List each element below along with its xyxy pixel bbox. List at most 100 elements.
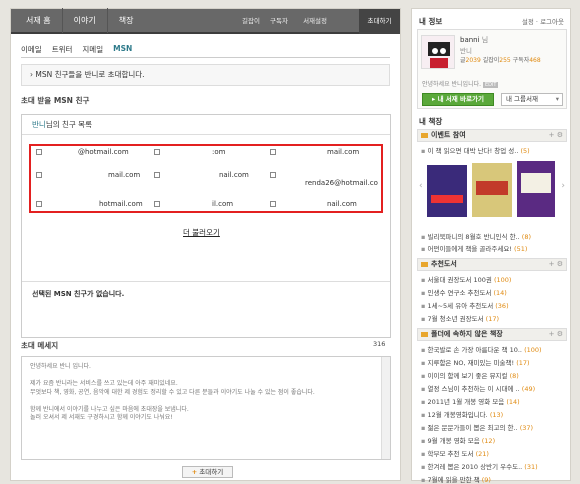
avatar-image xyxy=(422,36,454,68)
main-panel: 서재 홈 이야기 책장 길잡이 구독자 서재설정 초대하기 이메일 트위터 지메… xyxy=(10,8,401,481)
friends-title-rest: 님의 친구 목록 xyxy=(45,120,92,129)
sub-label: 구독자 xyxy=(512,57,530,64)
message-line: 제가 요즘 반니라는 서비스를 쓰고 있는데 아주 재미있네요. xyxy=(30,380,178,387)
shelf-item[interactable]: 젊은 문문가들이 뽑은 최고의 한.. (37) xyxy=(421,422,533,432)
sidebar: 내 정보 설정 · 로그아웃 banni 님 반니 글2039 길잡이255 구… xyxy=(411,8,571,484)
friend-checkbox[interactable] xyxy=(270,172,276,178)
folder-title: 이벤트 참여 xyxy=(431,131,466,139)
book-cover[interactable] xyxy=(427,165,467,217)
friend-checkbox[interactable] xyxy=(36,201,42,207)
friend-email: mail.com xyxy=(327,148,360,156)
go-library-label: 내 서재 바로가기 xyxy=(437,95,484,103)
shelf-item[interactable]: 인생수 연구소 추천도서 (14) xyxy=(421,287,506,297)
profile-name: banni 님 xyxy=(460,35,488,45)
folder-controls-icon[interactable]: + ⚙ xyxy=(549,259,563,270)
message-line xyxy=(30,397,382,406)
friend-checkbox[interactable] xyxy=(270,149,276,155)
guide-label: 길잡이 xyxy=(482,57,500,64)
carousel-prev-icon[interactable]: ‹ xyxy=(419,181,423,191)
group-library-select[interactable]: 내 그룹서재 ▾ xyxy=(501,93,563,106)
tab-email[interactable]: 이메일 xyxy=(21,44,42,55)
profile-sub: 반니 xyxy=(460,47,472,55)
nav-settings[interactable]: 서재설정 xyxy=(303,9,327,34)
carousel-next-icon[interactable]: › xyxy=(561,181,565,191)
shelf-item[interactable]: 12월 개봉영화입니다. (13) xyxy=(421,409,503,419)
message-scrollbar[interactable] xyxy=(381,357,390,459)
nav-library-home[interactable]: 서재 홈 xyxy=(11,8,63,33)
nav-guide[interactable]: 길잡이 xyxy=(242,9,260,34)
shelf-item[interactable]: 어떤이들에게 책을 골라주세요! (51) xyxy=(421,243,527,253)
invite-tabs: 이메일 트위터 지메일 MSN xyxy=(21,44,142,55)
friend-email: @hotmail.com xyxy=(78,148,129,156)
load-more-link[interactable]: 더 불러오기 xyxy=(183,227,220,238)
friend-email: nail.com xyxy=(219,171,249,179)
nav-stories[interactable]: 이야기 xyxy=(63,8,108,33)
message-line xyxy=(30,372,382,381)
folder-unfiled[interactable]: 폴더에 속하지 않은 책장 + ⚙ xyxy=(417,328,567,341)
folder-icon xyxy=(421,133,428,138)
go-library-button[interactable]: ▸ 내 서재 바로가기 xyxy=(422,93,494,106)
folder-controls-icon[interactable]: + ⚙ xyxy=(549,329,563,340)
folder-title: 폴더에 속하지 않은 책장 xyxy=(431,330,503,338)
friend-email: renda26@hotmail.co xyxy=(305,179,378,187)
section-title: 초대 받을 MSN 친구 xyxy=(21,96,90,105)
message-textarea[interactable]: 안녕하세요 반니 입니다. 제가 요즘 반니라는 서비스를 쓰고 있는데 아주 … xyxy=(21,356,391,460)
nav-subscribers[interactable]: 구독자 xyxy=(270,9,288,34)
message-title: 초대 메세지 xyxy=(21,341,59,350)
shelf-item[interactable]: 열정 스님이 추천하는 이 시대에 .. (49) xyxy=(421,383,535,393)
friend-checkbox[interactable] xyxy=(154,201,160,207)
shelf-item[interactable]: 9월 개봉 영화 모음 (12) xyxy=(421,435,495,445)
shelf-item[interactable]: 이이의 함께 보기 좋은 뮤지컬 (8) xyxy=(421,370,518,380)
tab-msn[interactable]: MSN xyxy=(113,44,132,55)
book-cover[interactable] xyxy=(517,161,555,217)
tabs-divider xyxy=(21,57,390,58)
tab-gmail[interactable]: 지메일 xyxy=(82,44,103,55)
shelf-item[interactable]: 지루함은 NO, 재미있는 미술책! (17) xyxy=(421,357,529,367)
plus-icon: + xyxy=(191,468,198,476)
shelf-item[interactable]: 7월에 읽을 만한 책 (9) xyxy=(421,474,491,484)
shelf-item[interactable]: 7월 청소년 권장도서 (17) xyxy=(421,313,499,323)
chevron-down-icon: ▾ xyxy=(555,95,559,103)
message-line: 함께 반니에서 이야기를 나누고 싶은 마음에 초대장을 보냅니다. xyxy=(30,405,189,413)
shelf-item[interactable]: 서울대 권장도서 100권 (100) xyxy=(421,274,511,284)
username[interactable]: banni xyxy=(460,36,480,44)
message-line: 무엇보다 책, 영화, 공연, 음악에 대한 제 경험도 정리할 수 있고 다른… xyxy=(30,388,315,396)
nav-bookshelf[interactable]: 책장 xyxy=(108,8,145,33)
book-carousel: ‹ › xyxy=(419,157,565,223)
shelf-item[interactable]: 이 책 읽으면 대박 난다! 창업 성.. (5) xyxy=(421,145,529,155)
sub-count: 468 xyxy=(529,57,541,64)
shelf-item[interactable]: 1세~5세 유아 추천도서 (36) xyxy=(421,300,508,310)
shelf-item[interactable]: 2011년 1월 개봉 영화 모음 (14) xyxy=(421,396,519,406)
friends-divider xyxy=(22,281,390,282)
shelf-item[interactable]: 학부모 추천 도서 (21) xyxy=(421,448,488,458)
friend-checkbox[interactable] xyxy=(154,149,160,155)
shelf-item[interactable]: 한겨레 뽑은 2010 상반기 우수도.. (31) xyxy=(421,461,537,471)
info-text: MSN 친구들을 반니로 초대합니다. xyxy=(35,70,145,79)
folder-title: 추천도서 xyxy=(431,260,457,268)
nav-invite[interactable]: 초대하기 xyxy=(359,9,400,34)
username-suffix: 님 xyxy=(481,36,489,44)
settings-logout-link[interactable]: 설정 · 로그아웃 xyxy=(522,16,564,26)
friend-email: hotmail.com xyxy=(99,200,143,208)
book-cover[interactable] xyxy=(472,163,512,217)
folder-events[interactable]: 이벤트 참여 + ⚙ xyxy=(417,129,567,142)
folder-recommended[interactable]: 추천도서 + ⚙ xyxy=(417,258,567,271)
folder-controls-icon[interactable]: + ⚙ xyxy=(549,130,563,141)
shelf-item[interactable]: 빌리북파니의 8월호 반니인식 한.. (8) xyxy=(421,231,531,241)
friend-checkbox[interactable] xyxy=(36,172,42,178)
message-line: 안녕하세요 반니 입니다. xyxy=(30,363,91,370)
friend-checkbox[interactable] xyxy=(36,149,42,155)
shelf-item[interactable]: 한국발로 손 가장 아름다운 책 10.. (100) xyxy=(421,344,541,354)
friend-checkbox[interactable] xyxy=(270,201,276,207)
invite-button-label: 초대하기 xyxy=(199,468,224,476)
top-nav: 서재 홈 이야기 책장 길잡이 구독자 서재설정 초대하기 xyxy=(11,8,400,34)
my-shelf-title: 내 책장 xyxy=(419,117,443,126)
friend-checkbox[interactable] xyxy=(154,172,160,178)
tab-twitter[interactable]: 트위터 xyxy=(52,44,73,55)
profile-stats: 글2039 길잡이255 구독자468 xyxy=(460,55,541,64)
group-select-value: 내 그룹서재 xyxy=(506,95,538,103)
edit-button[interactable]: EDIT xyxy=(482,82,499,88)
friends-list-title: 반니님의 친구 목록 xyxy=(22,115,390,135)
invite-button[interactable]: + 초대하기 xyxy=(182,466,233,478)
info-box: › MSN 친구들을 반니로 초대합니다. xyxy=(21,64,390,86)
